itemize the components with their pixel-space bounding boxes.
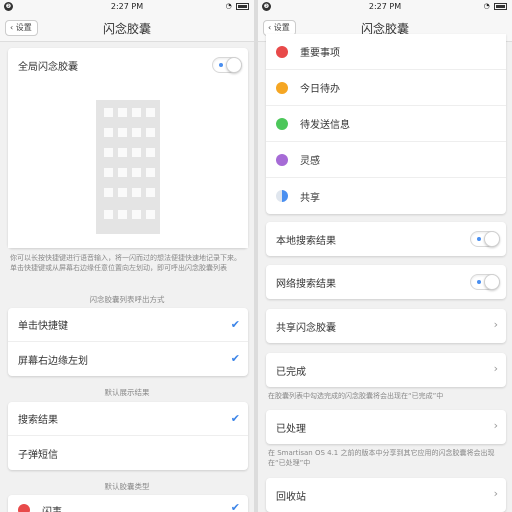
battery-icon bbox=[236, 2, 249, 10]
exclamation-icon bbox=[276, 45, 288, 58]
building-illustration-icon bbox=[96, 100, 160, 234]
check-icon: ✔ bbox=[230, 501, 240, 512]
option-label: 子弹短信 bbox=[18, 449, 58, 461]
toggle-led bbox=[219, 63, 223, 67]
section-default-result: 默认展示结果 bbox=[104, 388, 150, 397]
invoke-options-card: 单击快捷键 ✔ 屏幕右边缘左划 ✔ bbox=[8, 308, 248, 376]
local-search-toggle[interactable] bbox=[470, 231, 500, 247]
bulb-icon bbox=[276, 153, 288, 166]
type-today-todo[interactable]: 今日待办 bbox=[266, 70, 506, 106]
local-search-card: 本地搜索结果 bbox=[266, 222, 506, 256]
wifi-icon: ◔ bbox=[483, 2, 491, 10]
section-capsule-type: 默认胶囊类型 bbox=[104, 482, 150, 491]
local-search-label: 本地搜索结果 bbox=[276, 235, 336, 247]
status-bar: ❷ 2:27 PM ◔ bbox=[0, 0, 254, 14]
web-search-toggle[interactable] bbox=[470, 274, 500, 290]
left-settings-pane: ❷ 2:27 PM ◔ ‹ 设置 闪念胶囊 全局闪念胶囊 你可以长按快捷键进行语… bbox=[0, 0, 254, 512]
check-icon: ✔ bbox=[230, 318, 240, 331]
processed-row[interactable]: 已处理 › bbox=[266, 410, 506, 444]
status-icons: ◔ bbox=[226, 2, 249, 10]
global-capsule-row: 全局闪念胶囊 bbox=[8, 48, 248, 82]
type-label: 重要事项 bbox=[300, 48, 340, 59]
processed-card: 已处理 › bbox=[266, 410, 506, 444]
option-label: 闪事 bbox=[42, 506, 62, 512]
global-capsule-label: 全局闪念胶囊 bbox=[18, 61, 78, 73]
toggle-knob bbox=[484, 231, 500, 247]
type-important[interactable]: 重要事项 bbox=[266, 34, 506, 70]
section-invoke-method: 闪念胶囊列表呼出方式 bbox=[89, 295, 165, 304]
global-capsule-toggle[interactable] bbox=[212, 57, 242, 73]
web-search-row: 网络搜索结果 bbox=[266, 265, 506, 299]
option-label: 屏幕右边缘左划 bbox=[18, 355, 88, 367]
type-label: 灵感 bbox=[300, 156, 320, 167]
option-search-results[interactable]: 搜索结果 ✔ bbox=[8, 402, 248, 436]
type-inspiration[interactable]: 灵感 bbox=[266, 142, 506, 178]
nav-bar: ‹ 设置 闪念胶囊 bbox=[0, 14, 254, 42]
option-bullet-message[interactable]: 子弹短信 bbox=[8, 436, 248, 470]
web-search-card: 网络搜索结果 bbox=[266, 265, 506, 299]
type-label: 共享 bbox=[300, 192, 320, 204]
done-card: 已完成 › bbox=[266, 353, 506, 387]
status-bar: ❷ 2:27 PM ◔ bbox=[258, 0, 512, 14]
chevron-right-icon: › bbox=[493, 318, 498, 331]
toggle-led bbox=[477, 280, 481, 284]
processed-label: 已处理 bbox=[276, 423, 306, 435]
right-settings-pane: ❷ 2:27 PM ◔ ‹ 设置 闪念胶囊 重要事项 今日待办 待发送信息 灵感… bbox=[258, 0, 512, 512]
capsule-type-card: 重要事项 今日待办 待发送信息 灵感 共享 bbox=[266, 34, 506, 214]
battery-icon bbox=[494, 2, 507, 10]
type-label: 待发送信息 bbox=[300, 120, 350, 131]
type-pending-message[interactable]: 待发送信息 bbox=[266, 106, 506, 142]
type-label: 今日待办 bbox=[300, 84, 340, 95]
check-icon: ✔ bbox=[230, 352, 240, 365]
status-time: 2:27 PM bbox=[110, 2, 144, 11]
toggle-knob bbox=[484, 274, 500, 290]
option-label: 搜索结果 bbox=[18, 415, 58, 426]
exclamation-icon bbox=[18, 504, 30, 512]
option-edge-swipe[interactable]: 屏幕右边缘左划 ✔ bbox=[8, 342, 248, 376]
chevron-right-icon: › bbox=[493, 362, 498, 375]
illustration bbox=[8, 86, 248, 248]
capsule-description: 你可以长按快捷键进行语音输入，将一闪而过的想法便捷快速地记录下来。单击快捷键或从… bbox=[10, 254, 241, 272]
option-tap-shortcut[interactable]: 单击快捷键 ✔ bbox=[8, 308, 248, 342]
trash-row[interactable]: 回收站 › bbox=[266, 478, 506, 512]
web-search-label: 网络搜索结果 bbox=[276, 278, 336, 290]
local-search-row: 本地搜索结果 bbox=[266, 222, 506, 256]
shared-capsule-label: 共享闪念胶囊 bbox=[276, 322, 336, 334]
shared-capsule-card: 共享闪念胶囊 › bbox=[266, 309, 506, 343]
check-icon: ✔ bbox=[230, 412, 240, 425]
wifi-icon: ◔ bbox=[225, 2, 233, 10]
type-share[interactable]: 共享 bbox=[266, 178, 506, 214]
option-label: 单击快捷键 bbox=[18, 321, 68, 332]
shared-capsule-row[interactable]: 共享闪念胶囊 › bbox=[266, 309, 506, 343]
chevron-right-icon: › bbox=[493, 419, 498, 432]
page-title: 闪念胶囊 bbox=[102, 22, 151, 36]
done-label: 已完成 bbox=[276, 366, 306, 378]
trash-card: 回收站 › bbox=[266, 478, 506, 512]
status-time: 2:27 PM bbox=[368, 2, 402, 11]
done-row[interactable]: 已完成 › bbox=[266, 353, 506, 387]
processed-note: 在 Smartisan OS 4.1 之前的版本中分享到其它应用的闪念胶囊将会出… bbox=[268, 449, 495, 467]
chevron-right-icon: › bbox=[493, 487, 498, 500]
dot-icon bbox=[276, 117, 288, 130]
status-icons: ◔ bbox=[484, 2, 507, 10]
star-icon bbox=[276, 81, 288, 94]
type-options-card: 闪事 ✔ bbox=[8, 495, 248, 512]
done-note: 在胶囊列表中勾选完成的闪念胶囊将会出现在“已完成”中 bbox=[268, 392, 444, 400]
toggle-knob bbox=[226, 57, 242, 73]
toggle-led bbox=[477, 237, 481, 241]
default-options-card: 搜索结果 ✔ 子弹短信 bbox=[8, 402, 248, 470]
option-type-partial[interactable]: 闪事 ✔ bbox=[8, 495, 248, 512]
trash-label: 回收站 bbox=[276, 491, 306, 503]
half-circle-icon bbox=[276, 190, 288, 202]
